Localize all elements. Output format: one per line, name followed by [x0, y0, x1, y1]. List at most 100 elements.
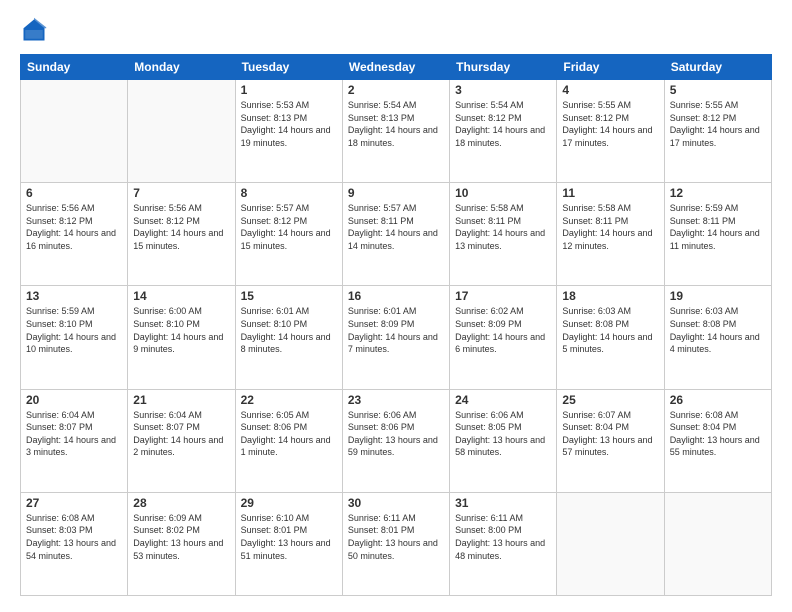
day-number: 30 — [348, 496, 444, 510]
cell-details: Sunrise: 6:04 AMSunset: 8:07 PMDaylight:… — [133, 409, 229, 459]
day-number: 5 — [670, 83, 766, 97]
calendar-cell: 19 Sunrise: 6:03 AMSunset: 8:08 PMDayligh… — [664, 286, 771, 389]
cell-details: Sunrise: 5:54 AMSunset: 8:12 PMDaylight:… — [455, 99, 551, 149]
cell-details: Sunrise: 6:02 AMSunset: 8:09 PMDaylight:… — [455, 305, 551, 355]
cell-details: Sunrise: 5:57 AMSunset: 8:11 PMDaylight:… — [348, 202, 444, 252]
day-number: 18 — [562, 289, 658, 303]
cell-details: Sunrise: 6:06 AMSunset: 8:05 PMDaylight:… — [455, 409, 551, 459]
calendar-cell: 18 Sunrise: 6:03 AMSunset: 8:08 PMDayligh… — [557, 286, 664, 389]
day-number: 12 — [670, 186, 766, 200]
cell-details: Sunrise: 6:11 AMSunset: 8:00 PMDaylight:… — [455, 512, 551, 562]
cell-details: Sunrise: 6:08 AMSunset: 8:03 PMDaylight:… — [26, 512, 122, 562]
day-number: 8 — [241, 186, 337, 200]
day-number: 16 — [348, 289, 444, 303]
calendar-cell: 2 Sunrise: 5:54 AMSunset: 8:13 PMDaylight… — [342, 80, 449, 183]
calendar-cell — [557, 492, 664, 595]
cell-details: Sunrise: 5:59 AMSunset: 8:11 PMDaylight:… — [670, 202, 766, 252]
calendar-cell: 6 Sunrise: 5:56 AMSunset: 8:12 PMDaylight… — [21, 183, 128, 286]
weekday-header-saturday: Saturday — [664, 55, 771, 80]
cell-details: Sunrise: 5:55 AMSunset: 8:12 PMDaylight:… — [670, 99, 766, 149]
cell-details: Sunrise: 6:03 AMSunset: 8:08 PMDaylight:… — [670, 305, 766, 355]
day-number: 28 — [133, 496, 229, 510]
calendar-cell — [664, 492, 771, 595]
calendar-cell: 16 Sunrise: 6:01 AMSunset: 8:09 PMDayligh… — [342, 286, 449, 389]
logo — [20, 16, 52, 44]
day-number: 22 — [241, 393, 337, 407]
weekday-header-friday: Friday — [557, 55, 664, 80]
day-number: 31 — [455, 496, 551, 510]
weekday-header-row: SundayMondayTuesdayWednesdayThursdayFrid… — [21, 55, 772, 80]
calendar-cell: 4 Sunrise: 5:55 AMSunset: 8:12 PMDaylight… — [557, 80, 664, 183]
calendar-cell: 9 Sunrise: 5:57 AMSunset: 8:11 PMDaylight… — [342, 183, 449, 286]
calendar-cell: 20Sunrise: 6:04 AMSunset: 8:07 PMDayligh… — [21, 389, 128, 492]
cell-details: Sunrise: 6:03 AMSunset: 8:08 PMDaylight:… — [562, 305, 658, 355]
cell-details: Sunrise: 6:05 AMSunset: 8:06 PMDaylight:… — [241, 409, 337, 459]
calendar-cell: 1 Sunrise: 5:53 AMSunset: 8:13 PMDaylight… — [235, 80, 342, 183]
day-number: 27 — [26, 496, 122, 510]
cell-details: Sunrise: 5:58 AMSunset: 8:11 PMDaylight:… — [455, 202, 551, 252]
weekday-header-sunday: Sunday — [21, 55, 128, 80]
calendar-cell: 12 Sunrise: 5:59 AMSunset: 8:11 PMDayligh… — [664, 183, 771, 286]
calendar-cell: 11 Sunrise: 5:58 AMSunset: 8:11 PMDayligh… — [557, 183, 664, 286]
cell-details: Sunrise: 5:54 AMSunset: 8:13 PMDaylight:… — [348, 99, 444, 149]
day-number: 1 — [241, 83, 337, 97]
cell-details: Sunrise: 5:57 AMSunset: 8:12 PMDaylight:… — [241, 202, 337, 252]
weekday-header-monday: Monday — [128, 55, 235, 80]
calendar-week-4: 20Sunrise: 6:04 AMSunset: 8:07 PMDayligh… — [21, 389, 772, 492]
calendar-cell: 7 Sunrise: 5:56 AMSunset: 8:12 PMDaylight… — [128, 183, 235, 286]
calendar-cell: 26 Sunrise: 6:08 AMSunset: 8:04 PMDayligh… — [664, 389, 771, 492]
cell-details: Sunrise: 5:58 AMSunset: 8:11 PMDaylight:… — [562, 202, 658, 252]
cell-details: Sunrise: 6:01 AMSunset: 8:10 PMDaylight:… — [241, 305, 337, 355]
calendar-week-2: 6 Sunrise: 5:56 AMSunset: 8:12 PMDaylight… — [21, 183, 772, 286]
day-number: 26 — [670, 393, 766, 407]
calendar-week-5: 27 Sunrise: 6:08 AMSunset: 8:03 PMDayligh… — [21, 492, 772, 595]
weekday-header-tuesday: Tuesday — [235, 55, 342, 80]
header — [20, 16, 772, 44]
cell-details: Sunrise: 5:56 AMSunset: 8:12 PMDaylight:… — [133, 202, 229, 252]
cell-details: Sunrise: 5:56 AMSunset: 8:12 PMDaylight:… — [26, 202, 122, 252]
cell-details: Sunrise: 6:08 AMSunset: 8:04 PMDaylight:… — [670, 409, 766, 459]
cell-details: Sunrise: 6:00 AMSunset: 8:10 PMDaylight:… — [133, 305, 229, 355]
calendar-cell: 25Sunrise: 6:07 AMSunset: 8:04 PMDayligh… — [557, 389, 664, 492]
cell-details: Sunrise: 6:04 AMSunset: 8:07 PMDaylight:… — [26, 409, 122, 459]
weekday-header-wednesday: Wednesday — [342, 55, 449, 80]
day-number: 14 — [133, 289, 229, 303]
day-number: 25 — [562, 393, 658, 407]
calendar-cell: 27 Sunrise: 6:08 AMSunset: 8:03 PMDayligh… — [21, 492, 128, 595]
calendar-cell — [21, 80, 128, 183]
day-number: 9 — [348, 186, 444, 200]
cell-details: Sunrise: 6:06 AMSunset: 8:06 PMDaylight:… — [348, 409, 444, 459]
calendar-cell: 8 Sunrise: 5:57 AMSunset: 8:12 PMDaylight… — [235, 183, 342, 286]
day-number: 10 — [455, 186, 551, 200]
day-number: 6 — [26, 186, 122, 200]
day-number: 15 — [241, 289, 337, 303]
day-number: 19 — [670, 289, 766, 303]
day-number: 11 — [562, 186, 658, 200]
cell-details: Sunrise: 6:11 AMSunset: 8:01 PMDaylight:… — [348, 512, 444, 562]
cell-details: Sunrise: 5:59 AMSunset: 8:10 PMDaylight:… — [26, 305, 122, 355]
logo-icon — [20, 16, 48, 44]
calendar-cell: 5 Sunrise: 5:55 AMSunset: 8:12 PMDaylight… — [664, 80, 771, 183]
day-number: 7 — [133, 186, 229, 200]
day-number: 17 — [455, 289, 551, 303]
day-number: 2 — [348, 83, 444, 97]
calendar-cell: 30 Sunrise: 6:11 AMSunset: 8:01 PMDayligh… — [342, 492, 449, 595]
cell-details: Sunrise: 5:53 AMSunset: 8:13 PMDaylight:… — [241, 99, 337, 149]
calendar-cell: 13 Sunrise: 5:59 AMSunset: 8:10 PMDayligh… — [21, 286, 128, 389]
calendar-table: SundayMondayTuesdayWednesdayThursdayFrid… — [20, 54, 772, 596]
calendar-cell: 10 Sunrise: 5:58 AMSunset: 8:11 PMDayligh… — [450, 183, 557, 286]
cell-details: Sunrise: 6:09 AMSunset: 8:02 PMDaylight:… — [133, 512, 229, 562]
day-number: 13 — [26, 289, 122, 303]
cell-details: Sunrise: 6:10 AMSunset: 8:01 PMDaylight:… — [241, 512, 337, 562]
calendar-week-3: 13 Sunrise: 5:59 AMSunset: 8:10 PMDayligh… — [21, 286, 772, 389]
day-number: 4 — [562, 83, 658, 97]
calendar-cell: 24 Sunrise: 6:06 AMSunset: 8:05 PMDayligh… — [450, 389, 557, 492]
day-number: 29 — [241, 496, 337, 510]
calendar-cell: 15 Sunrise: 6:01 AMSunset: 8:10 PMDayligh… — [235, 286, 342, 389]
cell-details: Sunrise: 6:01 AMSunset: 8:09 PMDaylight:… — [348, 305, 444, 355]
cell-details: Sunrise: 5:55 AMSunset: 8:12 PMDaylight:… — [562, 99, 658, 149]
day-number: 23 — [348, 393, 444, 407]
day-number: 3 — [455, 83, 551, 97]
day-number: 24 — [455, 393, 551, 407]
weekday-header-thursday: Thursday — [450, 55, 557, 80]
